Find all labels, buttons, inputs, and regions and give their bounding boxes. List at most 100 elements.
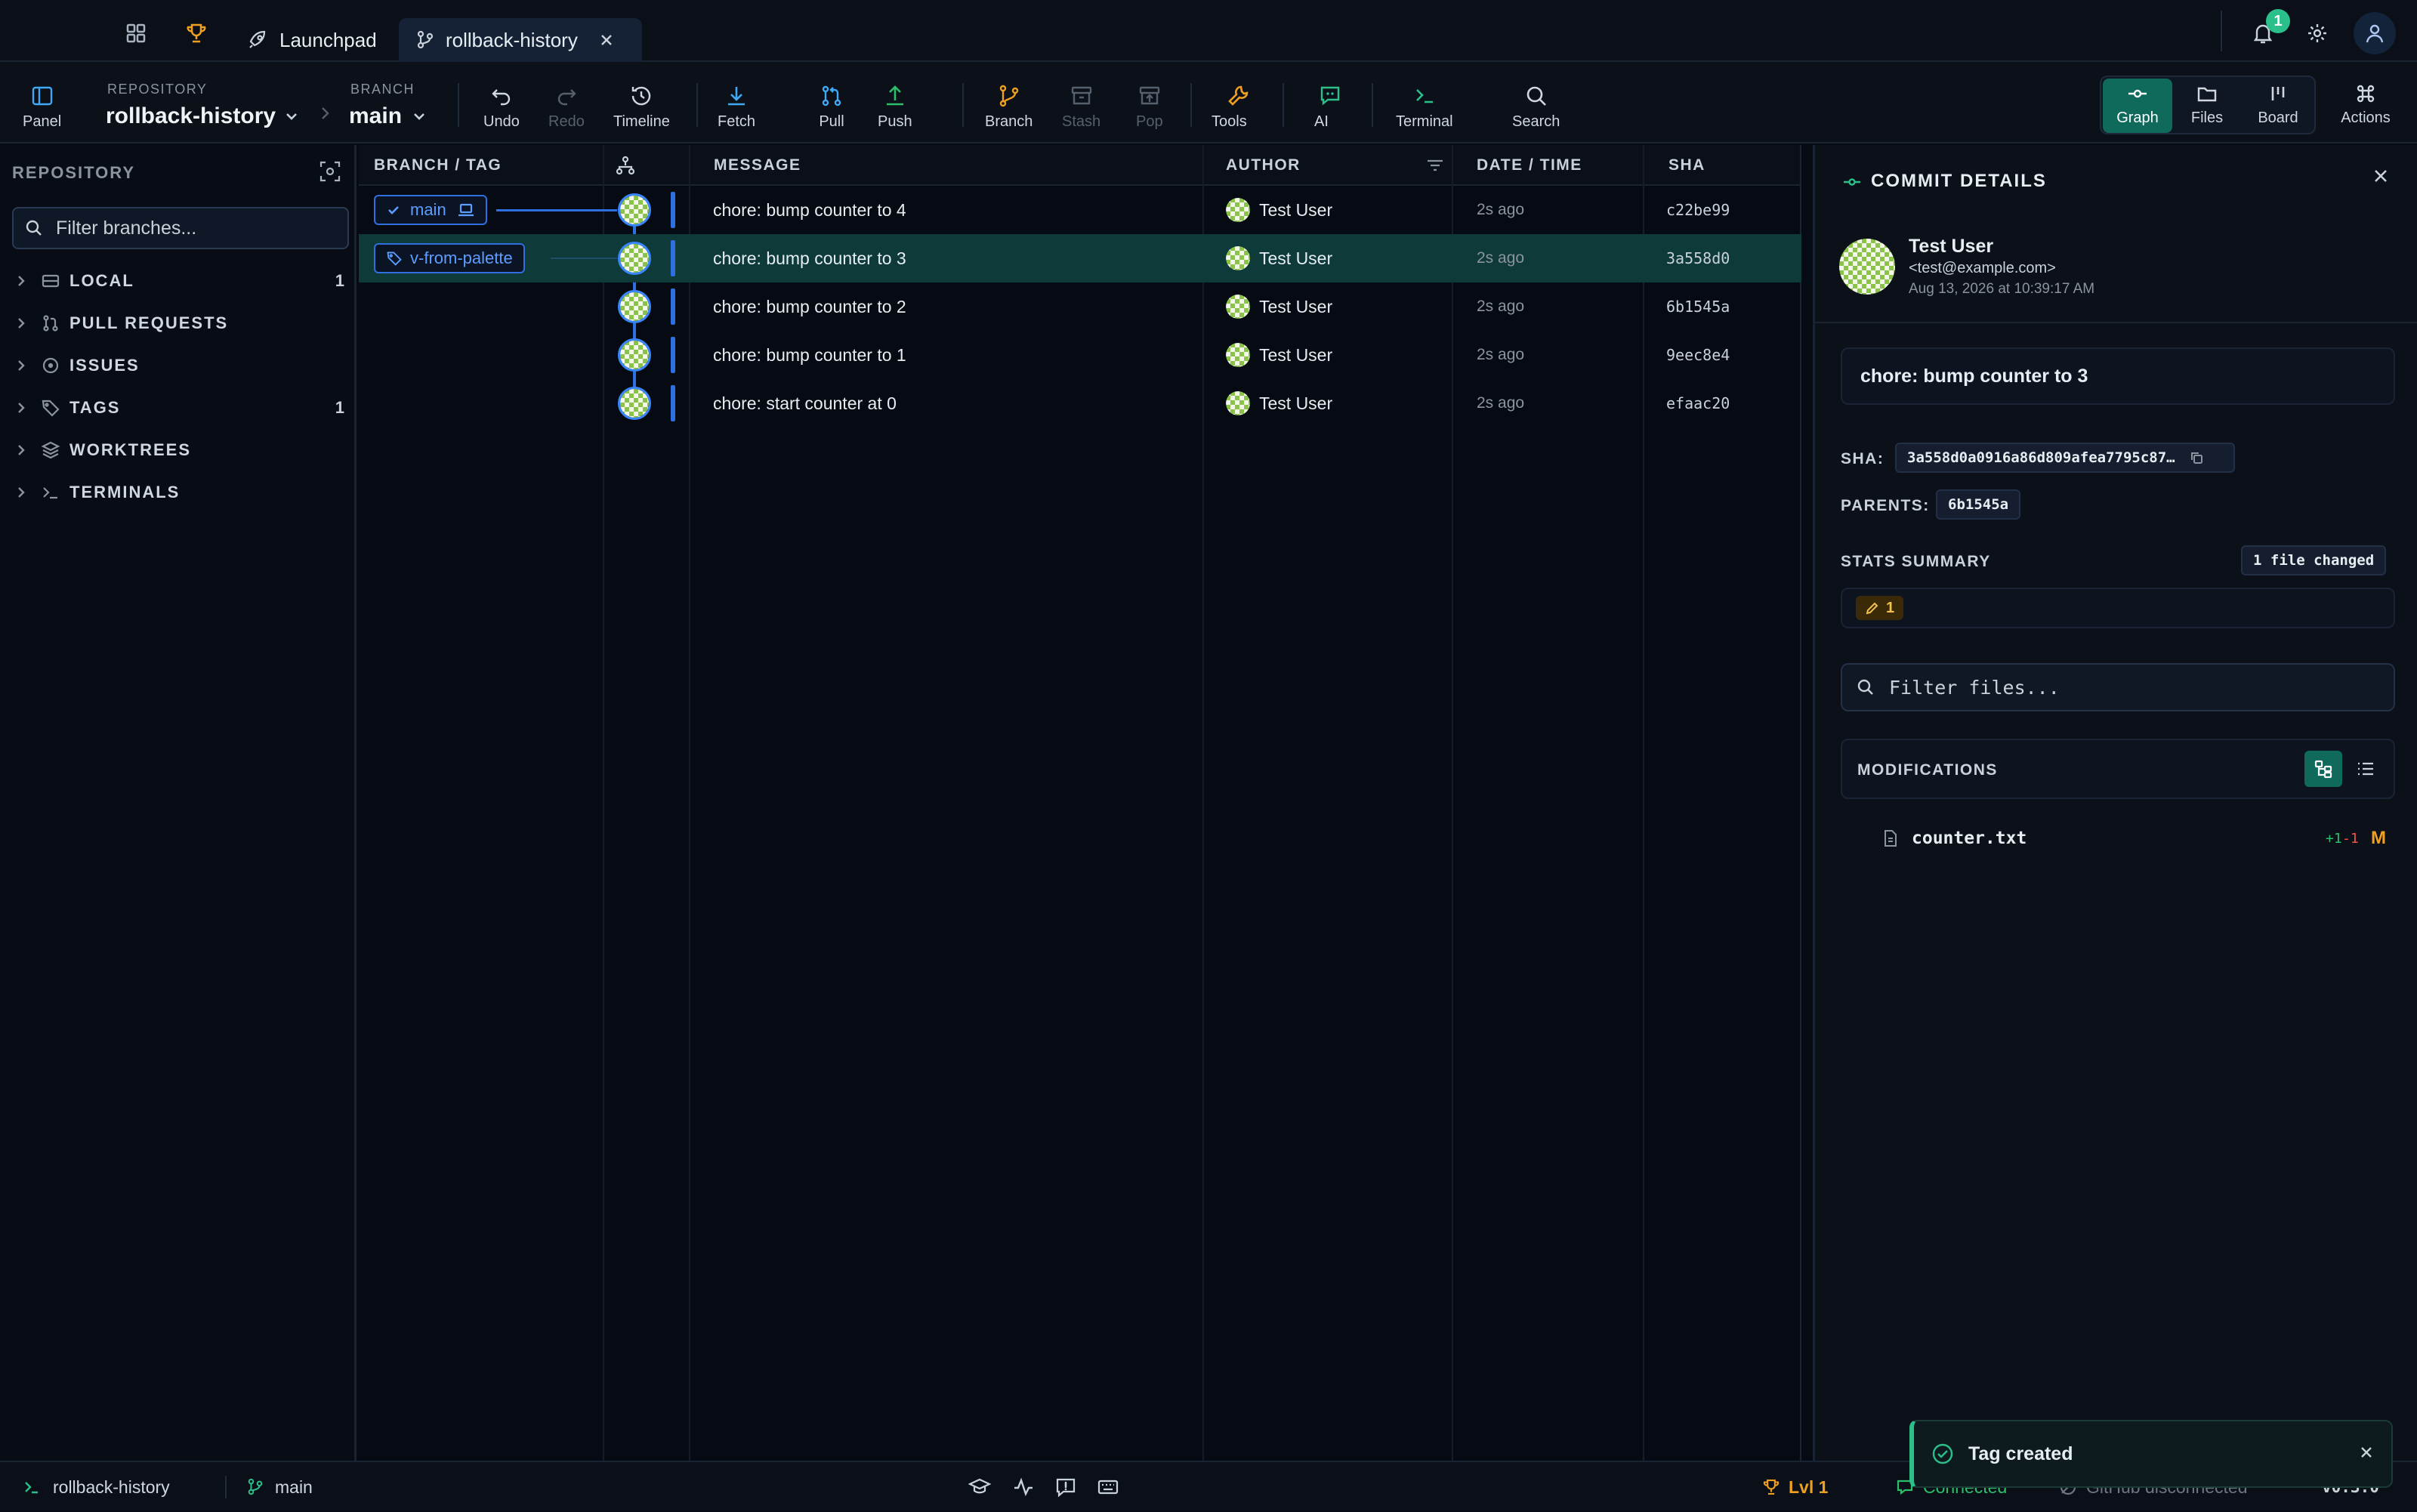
status-repo[interactable]: rollback-history [23,1462,170,1512]
commit-node[interactable] [618,338,651,372]
pop-label: Pop [1136,113,1163,130]
tab-rollback-history[interactable]: rollback-history [399,18,642,62]
commit-message: chore: bump counter to 1 [713,344,906,365]
commit-node[interactable] [618,193,651,227]
branch-selector[interactable]: main [349,101,428,131]
board-view-button[interactable]: Board [2243,79,2313,133]
timeline-button[interactable]: Timeline [613,83,670,131]
close-icon[interactable] [2371,166,2391,186]
wrench-icon [1228,85,1249,106]
trophy-icon[interactable] [184,21,208,45]
branch-button[interactable]: Branch [985,83,1033,131]
chevron-right-icon [18,445,25,455]
commit-row-selected[interactable]: v-from-palette chore: bump counter to 3 … [359,234,1801,282]
redo-icon [557,89,576,106]
upload-icon [886,85,903,106]
stash-button[interactable]: Stash [1062,83,1100,131]
toolbar-divider [1190,83,1192,127]
pull-request-icon [822,85,841,106]
filter-lines-icon[interactable] [1425,145,1445,186]
undo-button[interactable]: Undo [483,83,520,131]
commit-row[interactable]: chore: start counter at 0 Test User 2s a… [359,379,1801,427]
column-header-branch-tag[interactable]: BRANCH / TAG [374,145,502,186]
toast-notification: Tag created [1909,1420,2393,1488]
branch-caption: BRANCH [350,82,415,97]
tab-launchpad[interactable]: Launchpad [236,18,387,62]
terminal-button[interactable]: Terminal [1396,83,1453,131]
commit-graph: BRANCH / TAG MESSAGE AUTHOR DATE / TIME … [359,145,1801,1461]
sidebar-section-terminals[interactable]: TERMINALS [0,471,357,514]
ai-button[interactable]: AI [1314,83,1347,131]
rocket-icon [246,29,269,51]
pop-button[interactable]: Pop [1136,83,1163,131]
stash-label: Stash [1062,113,1101,130]
fetch-button[interactable]: Fetch [718,83,755,131]
sidebar-section-tags[interactable]: TAGS 1 [0,387,357,429]
level-indicator[interactable]: Lvl 1 [1761,1462,1828,1512]
column-header-date-time[interactable]: DATE / TIME [1477,145,1582,186]
commit-author-avatar [1839,239,1895,295]
branch-filter-input[interactable]: Filter branches... [12,207,349,249]
commit-row[interactable]: main chore: bump counter to 4 Test User … [359,186,1801,234]
author-name: Test User [1259,296,1333,316]
column-header-author[interactable]: AUTHOR [1226,145,1301,186]
branch-label: Branch [985,113,1033,130]
commit-sha: 6b1545a [1666,298,1730,316]
redo-button[interactable]: Redo [548,83,585,131]
tree-view-toggle[interactable] [2304,751,2342,787]
status-branch[interactable]: main [246,1462,313,1512]
toast-close-icon[interactable] [2358,1444,2375,1461]
actions-button[interactable]: Actions [2331,79,2400,133]
modified-stat-badge: 1 [1856,596,1904,620]
commit-row[interactable]: chore: bump counter to 1 Test User 2s ag… [359,331,1801,379]
commit-sha: 3a558d0 [1666,249,1730,267]
column-header-message[interactable]: MESSAGE [714,145,801,186]
feedback-icon[interactable] [1054,1462,1077,1512]
commit-author: Test User [1226,331,1332,379]
toolbar-divider [1283,83,1284,127]
gear-icon[interactable] [2305,21,2329,45]
chevron-down-icon [286,113,297,120]
graph-layout-icon[interactable] [616,145,635,186]
commit-node[interactable] [618,290,651,323]
keyboard-icon[interactable] [1097,1462,1119,1512]
sidebar-section-issues[interactable]: ISSUES [0,344,357,387]
close-tab-icon[interactable] [599,32,614,48]
ai-label: AI [1314,113,1329,130]
filter-files-input[interactable]: Filter files... [1841,663,2395,711]
tag-ref-label: v-from-palette [410,248,513,267]
graduation-cap-icon[interactable] [968,1462,991,1512]
sidebar-section-local[interactable]: LOCAL 1 [0,260,357,302]
commit-node[interactable] [618,387,651,420]
repository-selector[interactable]: rollback-history [106,101,300,131]
parent-sha-chip[interactable]: 6b1545a [1936,489,2021,520]
column-header-sha[interactable]: SHA [1668,145,1705,186]
sidebar-section-worktrees[interactable]: WORKTREES [0,429,357,471]
sha-chip[interactable]: 3a558d0a0916a86d809afea7795c87… [1895,443,2235,473]
commit-time: 2s ago [1477,346,1525,363]
files-view-button[interactable]: Files [2172,79,2242,133]
panel-button[interactable]: Panel [23,83,61,131]
tag-ref-v-from-palette[interactable]: v-from-palette [374,243,525,273]
tools-button[interactable]: Tools [1212,83,1265,131]
commit-details-panel: COMMIT DETAILS Test User <test@example.c… [1813,145,2417,1461]
archive-icon [1071,86,1091,105]
search-button[interactable]: Search [1512,83,1560,131]
pull-button[interactable]: Pull [819,83,844,131]
branch-ref-main[interactable]: main [374,195,487,225]
activity-icon[interactable] [1012,1462,1035,1512]
details-title: COMMIT DETAILS [1871,171,2047,191]
parents-label: PARENTS: [1841,497,1930,514]
commit-row[interactable]: chore: bump counter to 2 Test User 2s ag… [359,282,1801,331]
sidebar-section-pull-requests[interactable]: PULL REQUESTS [0,302,357,344]
list-view-toggle[interactable] [2347,751,2385,787]
focus-icon[interactable] [317,159,343,184]
file-row[interactable]: counter.txt +1 -1 M [1841,817,2395,859]
repository-sidebar: REPOSITORY Filter branches... LOCAL 1 PU… [0,145,357,1461]
commit-node[interactable] [618,242,651,275]
account-avatar[interactable] [2354,12,2396,54]
push-button[interactable]: Push [878,83,912,131]
graph-view-button[interactable]: Graph [2103,79,2172,133]
chevron-right-icon [18,318,25,329]
grid-icon[interactable] [124,21,148,45]
